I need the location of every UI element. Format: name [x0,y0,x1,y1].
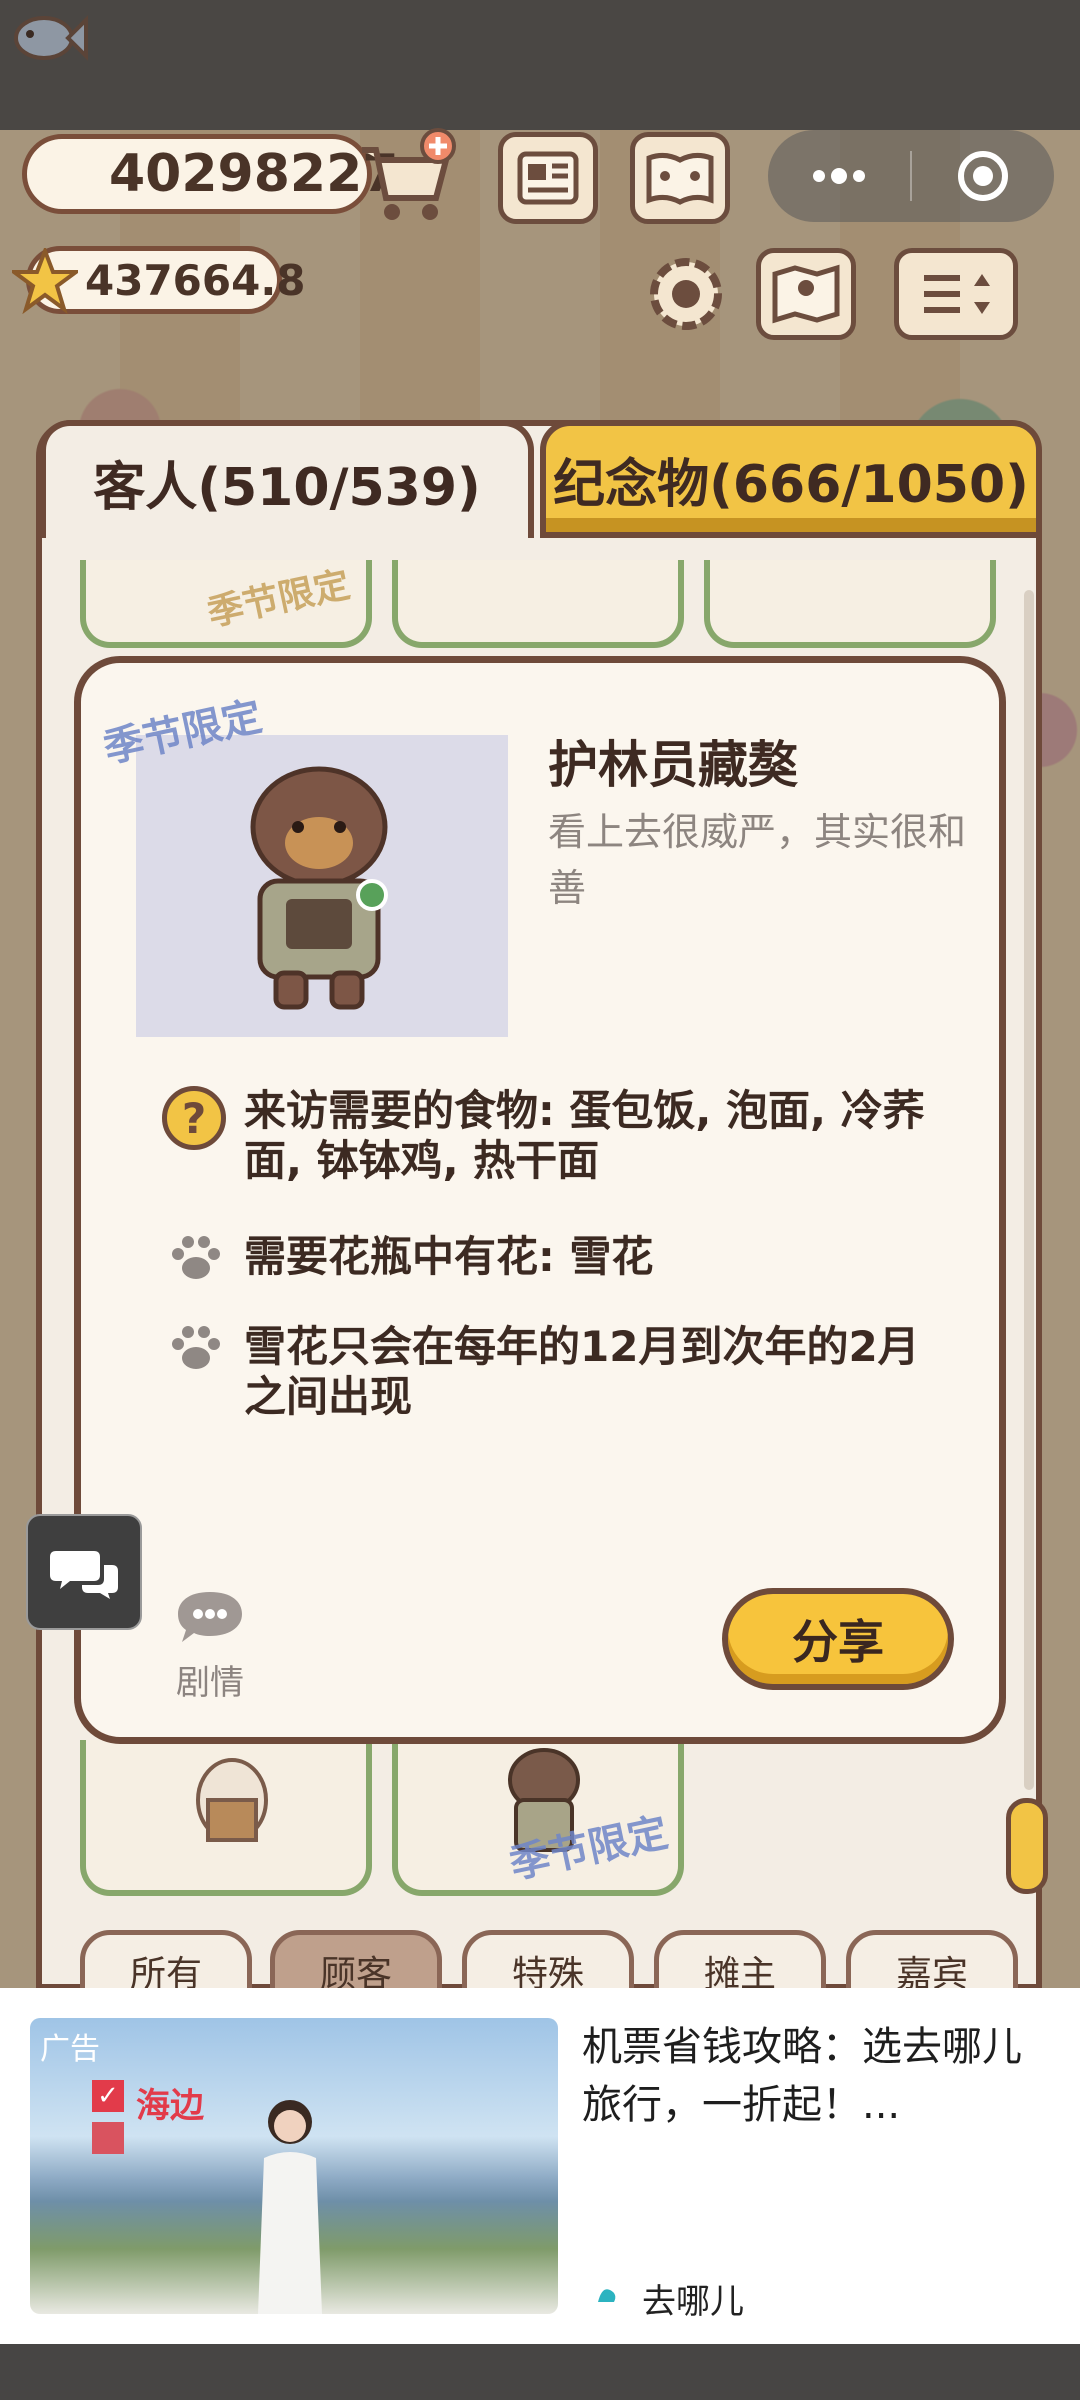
guest-card[interactable] [392,560,684,648]
star-icon [12,248,78,314]
speech-bubble-icon [178,1592,242,1642]
guest-card[interactable] [704,560,996,648]
ad-image[interactable]: 广告 ✓ 海边 [30,2018,558,2314]
guest-portrait-frame [136,735,508,1037]
share-label: 分享 [792,1615,884,1669]
sort-button[interactable] [894,248,1018,340]
status-bar [0,0,1080,130]
paw-icon-wrap [162,1232,244,1286]
chat-bubbles-icon [50,1551,118,1599]
guest-description: 看上去很威严，其实很和善 [548,810,967,910]
guest-card[interactable]: 季节限定 [392,1740,684,1896]
map-icon [772,264,840,324]
checkbox-icon: ✓ [92,2080,124,2112]
target-close-icon [957,151,1008,201]
ad-brand[interactable]: 去哪儿 [642,2274,744,2323]
question-icon: ? [162,1086,226,1150]
share-button[interactable]: 分享 [722,1588,954,1690]
guest-card[interactable] [80,1740,372,1896]
paw-icon-wrap [162,1322,244,1422]
season-note-text: 雪花只会在每年的12月到次年的2月之间出现 [244,1322,920,1421]
flower-requirement-row: 需要花瓶中有花: 雪花 [162,1232,942,1286]
question-icon-wrap: ? [162,1086,244,1186]
paw-book-icon [646,152,714,205]
tab-guests-label: 客人(510/539) [93,457,481,518]
flower-requirement-text: 需要花瓶中有花: 雪花 [244,1232,654,1281]
newspaper-button[interactable] [498,132,598,224]
paw-icon [172,1326,220,1369]
guestbook-button[interactable] [630,132,730,224]
food-requirement-text: 来访需要的食物: 蛋包饭, 泡面, 冷荞面, 钵钵鸡, 热干面 [244,1086,925,1185]
chat-float-button[interactable] [26,1514,142,1630]
season-limit-label: 季节限定 [204,564,354,635]
story-label: 剧情 [176,1663,244,1703]
tab-guests[interactable]: 客人(510/539) [40,420,534,538]
ad-tag: 广告 [40,2032,100,2067]
map-button[interactable] [756,248,856,340]
sort-icon [924,274,990,314]
ad-image-caption: 海边 [136,2086,204,2126]
tab-souvenirs[interactable]: 纪念物(666/1050) [540,420,1042,538]
shop-cart-icon[interactable] [356,128,456,226]
fish-icon [14,15,88,61]
food-requirement-row: ? 来访需要的食物: 蛋包饭, 泡面, 冷荞面, 钵钵鸡, 热干面 [162,1086,942,1186]
gear-icon [650,258,722,330]
season-note-row: 雪花只会在每年的12月到次年的2月之间出现 [162,1322,942,1422]
paw-icon [172,1236,220,1279]
mini-program-capsule [768,130,1054,222]
tab-souvenirs-label: 纪念物(666/1050) [553,454,1029,515]
presenter-figure [258,2100,322,2314]
star-count: 437664.8 [85,255,306,305]
checkbox-empty-icon [92,2122,124,2154]
fish-counter: 40298227 [22,134,398,214]
newspaper-icon [517,151,579,205]
mastiff-ranger-portrait [250,766,388,1010]
settings-button[interactable] [636,248,736,340]
close-miniprogram-button[interactable] [912,130,1054,222]
scroll-track[interactable] [1024,590,1034,1790]
qunar-logo-icon [598,2289,616,2302]
guest-card[interactable]: 季节限定 [80,560,372,648]
more-dots-icon [813,168,865,184]
scroll-thumb[interactable] [1006,1798,1048,1894]
system-nav-bar [0,2344,1080,2400]
more-button[interactable] [768,130,910,222]
ad-title[interactable]: 机票省钱攻略：选去哪儿旅行，一折起！... [582,2018,1052,2134]
story-button[interactable]: 剧情 [170,1588,250,1704]
ad-banner[interactable]: 广告 ✓ 海边 机票省钱攻略：选去哪儿旅行，一折起！... [0,1988,1080,2344]
guest-name: 护林员藏獒 [548,736,798,794]
guest-portrait [196,1758,268,1842]
